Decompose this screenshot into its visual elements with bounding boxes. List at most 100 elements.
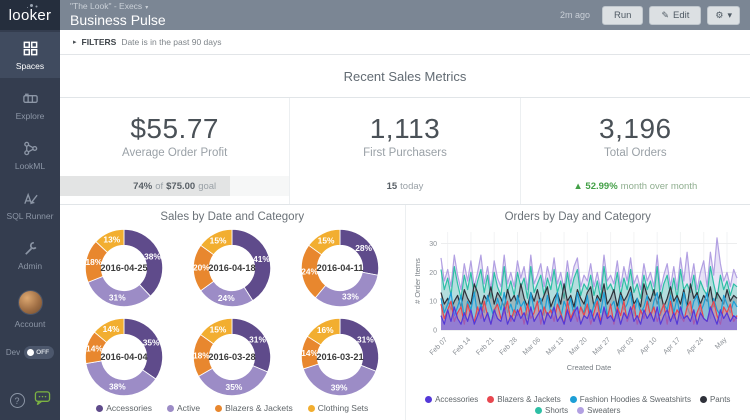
donut-chart[interactable]: 41%24%20%15%2016-04-18 bbox=[190, 226, 274, 310]
sidebar-item-label: Explore bbox=[16, 111, 45, 121]
kpi-card-total-orders[interactable]: 3,196 Total Orders ▲ 52.99% month over m… bbox=[521, 98, 750, 204]
legend-dot-icon bbox=[577, 407, 584, 414]
legend-label: Sweaters bbox=[587, 406, 620, 415]
legend-dot-icon bbox=[425, 396, 432, 403]
run-button[interactable]: Run bbox=[602, 6, 643, 25]
legend-item[interactable]: Fashion Hoodies & Sweatshirts bbox=[570, 395, 691, 404]
filters-bar[interactable]: ▸ FILTERS Date is in the past 90 days bbox=[60, 30, 750, 55]
sidebar-footer: ? bbox=[10, 390, 51, 420]
edit-button[interactable]: ✎ Edit bbox=[649, 6, 701, 25]
donut-chart[interactable]: 28%33%24%15%2016-04-11 bbox=[298, 226, 382, 310]
legend-label: Pants bbox=[710, 395, 730, 404]
legend-item[interactable]: Sweaters bbox=[577, 406, 620, 415]
legend-item[interactable]: Clothing Sets bbox=[308, 403, 369, 413]
svg-text:31%: 31% bbox=[357, 334, 374, 344]
avatar bbox=[18, 290, 43, 315]
svg-text:15%: 15% bbox=[210, 236, 227, 246]
legend-label: Shorts bbox=[545, 406, 568, 415]
kpi-label: Total Orders bbox=[604, 147, 667, 159]
area-legend: Accessories Blazers & Jackets Fashion Hood… bbox=[406, 394, 750, 420]
dev-toggle[interactable]: OFF bbox=[24, 346, 54, 359]
svg-text:Mar 27: Mar 27 bbox=[591, 336, 611, 356]
breadcrumb[interactable]: "The Look" - Execs ▾ bbox=[70, 2, 166, 12]
gear-icon: ⚙ bbox=[715, 10, 723, 21]
last-run-timestamp: 2m ago bbox=[560, 10, 590, 20]
chart-title: Orders by Day and Category bbox=[406, 205, 750, 224]
svg-text:2016-04-11: 2016-04-11 bbox=[317, 263, 364, 273]
legend-item[interactable]: Accessories bbox=[425, 395, 478, 404]
legend-item[interactable]: Pants bbox=[700, 395, 730, 404]
header-actions: 2m ago Run ✎ Edit ⚙ ▾ bbox=[560, 6, 740, 25]
sidebar-item-account[interactable]: Account bbox=[0, 282, 60, 336]
dev-mode-row: Dev OFF bbox=[6, 346, 54, 359]
legend-dot-icon bbox=[535, 407, 542, 414]
header-titles: "The Look" - Execs ▾ Business Pulse bbox=[70, 2, 166, 28]
sidebar-item-label: Account bbox=[15, 319, 46, 329]
dashboard-header: "The Look" - Execs ▾ Business Pulse 2m a… bbox=[60, 0, 750, 30]
donut-chart[interactable]: 35%38%14%14%2016-04-04 bbox=[82, 315, 166, 399]
lookml-icon bbox=[22, 140, 39, 157]
sidebar-item-explore[interactable]: Explore bbox=[0, 82, 60, 128]
looker-app: looker Spaces Explore bbox=[0, 0, 750, 420]
section-title-tile: Recent Sales Metrics bbox=[60, 55, 750, 97]
sidebar-item-label: Spaces bbox=[16, 61, 44, 71]
legend-item[interactable]: Shorts bbox=[535, 406, 568, 415]
donut-chart[interactable]: 31%39%14%16%2016-03-21 bbox=[298, 315, 382, 399]
sidebar-item-spaces[interactable]: Spaces bbox=[0, 32, 60, 78]
legend-dot-icon bbox=[167, 405, 174, 412]
svg-text:20: 20 bbox=[429, 270, 437, 277]
svg-text:Mar 20: Mar 20 bbox=[568, 336, 588, 356]
page-title: Business Pulse bbox=[70, 12, 166, 28]
sidebar: looker Spaces Explore bbox=[0, 0, 60, 420]
legend-dot-icon bbox=[308, 405, 315, 412]
legend-label: Accessories bbox=[106, 403, 152, 413]
svg-text:Apr 03: Apr 03 bbox=[616, 336, 636, 356]
donut-chart[interactable]: 31%35%18%15%2016-03-28 bbox=[190, 315, 274, 399]
toggle-state: OFF bbox=[36, 349, 49, 356]
svg-text:35%: 35% bbox=[226, 382, 243, 392]
sidebar-item-lookml[interactable]: LookML bbox=[0, 132, 60, 178]
legend-item[interactable]: Blazers & Jackets bbox=[487, 395, 561, 404]
svg-text:35%: 35% bbox=[143, 337, 160, 347]
legend-dot-icon bbox=[570, 396, 577, 403]
kpi-label: First Purchasers bbox=[363, 147, 447, 159]
svg-text:Feb 28: Feb 28 bbox=[498, 336, 518, 356]
orders-area-chart[interactable]: 0102030Feb 07Feb 14Feb 21Feb 28Mar 06Mar… bbox=[411, 224, 745, 376]
sidebar-item-label: LookML bbox=[15, 161, 45, 171]
sidebar-item-admin[interactable]: Admin bbox=[0, 232, 60, 278]
donut-grid: 38%31%18%13%2016-04-25 41%24%20%15%2016-0… bbox=[60, 224, 405, 401]
legend-item[interactable]: Blazers & Jackets bbox=[215, 403, 293, 413]
kpi-cards-row: $55.77 Average Order Profit 74% of $75.0… bbox=[60, 98, 750, 204]
looker-logo[interactable]: looker bbox=[0, 0, 60, 30]
svg-text:41%: 41% bbox=[253, 254, 270, 264]
svg-text:0: 0 bbox=[433, 328, 437, 335]
sidebar-item-label: Admin bbox=[18, 261, 42, 271]
help-icon[interactable]: ? bbox=[10, 393, 25, 408]
chevron-down-icon: ▾ bbox=[145, 5, 148, 12]
chat-icon[interactable] bbox=[34, 390, 51, 411]
donut-chart[interactable]: 38%31%18%13%2016-04-25 bbox=[82, 226, 166, 310]
legend-item[interactable]: Active bbox=[167, 403, 200, 413]
sidebar-item-sql-runner[interactable]: SQL Runner bbox=[0, 182, 60, 228]
svg-text:Mar 06: Mar 06 bbox=[522, 336, 542, 356]
svg-text:38%: 38% bbox=[144, 252, 161, 262]
legend-label: Clothing Sets bbox=[318, 403, 369, 413]
kpi-subtext: ▲ 52.99% month over month bbox=[521, 176, 750, 196]
kpi-value: 1,113 bbox=[370, 113, 441, 145]
kpi-subtext: 15 today bbox=[290, 176, 519, 196]
legend-item[interactable]: Accessories bbox=[96, 403, 152, 413]
svg-text:38%: 38% bbox=[109, 381, 126, 391]
svg-text:2016-03-28: 2016-03-28 bbox=[209, 352, 256, 362]
kpi-card-average-order-profit[interactable]: $55.77 Average Order Profit 74% of $75.0… bbox=[60, 98, 289, 204]
sales-by-date-panel: Sales by Date and Category 38%31%18%13%2… bbox=[60, 205, 405, 420]
kpi-card-first-purchasers[interactable]: 1,113 First Purchasers 15 today bbox=[290, 98, 519, 204]
dashboard-settings-button[interactable]: ⚙ ▾ bbox=[707, 6, 740, 25]
trend-up-indicator: ▲ 52.99% bbox=[573, 181, 617, 192]
svg-text:2016-04-25: 2016-04-25 bbox=[100, 263, 147, 273]
legend-dot-icon bbox=[700, 396, 707, 403]
filters-label: FILTERS bbox=[82, 37, 117, 47]
charts-row: Sales by Date and Category 38%31%18%13%2… bbox=[60, 205, 750, 420]
svg-text:Apr 24: Apr 24 bbox=[685, 336, 705, 356]
svg-text:Feb 21: Feb 21 bbox=[475, 336, 495, 356]
legend-label: Blazers & Jackets bbox=[497, 395, 561, 404]
